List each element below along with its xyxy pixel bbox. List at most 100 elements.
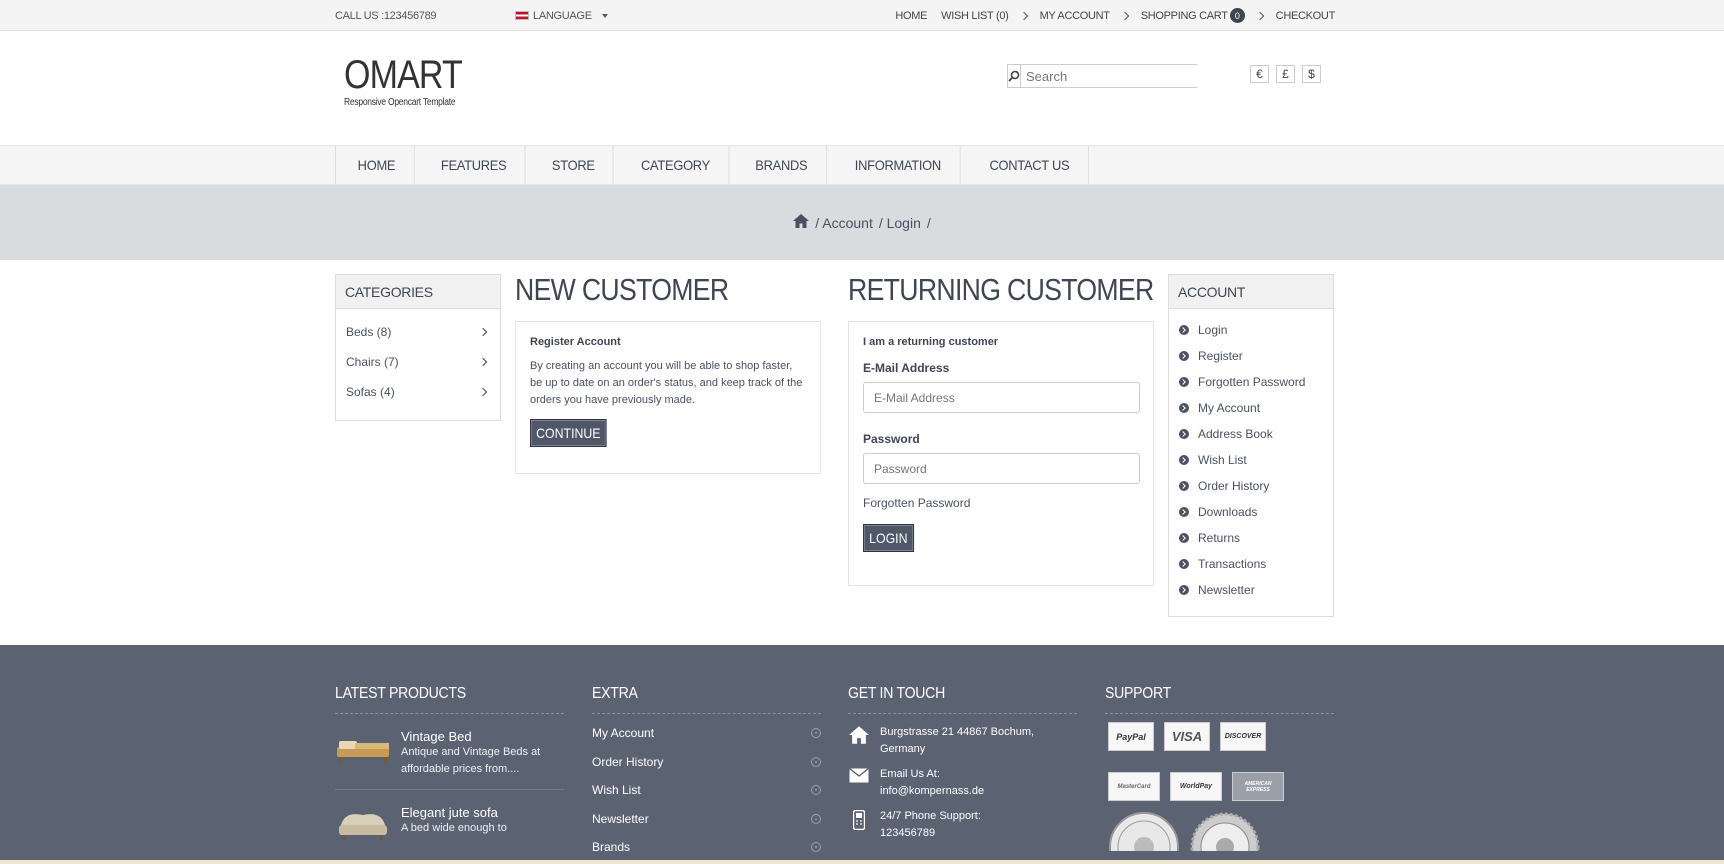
product-item[interactable]: Elegant jute sofa A bed wide enough to: [335, 790, 564, 854]
breadcrumb-account[interactable]: / Account: [815, 215, 873, 231]
account-item-address-book[interactable]: Address Book: [1179, 421, 1323, 447]
address-item: Burgstrasse 21 44867 Bochum, Germany: [848, 724, 1077, 758]
password-field[interactable]: [863, 453, 1140, 484]
chevron-circle-icon: [1179, 429, 1189, 439]
nav-category[interactable]: CATEGORY: [622, 146, 729, 184]
extra-link-wish-list[interactable]: Wish List: [592, 776, 821, 805]
chevron-circle-icon: [1179, 533, 1189, 543]
returning-customer-heading: I am a returning customer: [863, 336, 999, 348]
currency-euro-button[interactable]: €: [1250, 65, 1269, 83]
email-field[interactable]: [863, 382, 1140, 413]
forgotten-password-link[interactable]: Forgotten Password: [863, 496, 1139, 510]
money-back-badge-icon: [1109, 812, 1179, 851]
account-item-returns[interactable]: Returns: [1179, 525, 1323, 551]
envelope-icon: [848, 766, 870, 800]
logo[interactable]: OMART Responsive Opencart Template: [344, 55, 483, 108]
continue-button[interactable]: CONTINUE: [530, 419, 607, 447]
account-item-label: Register: [1198, 349, 1243, 363]
chevron-right-icon: [478, 327, 488, 337]
account-item-label: Login: [1198, 323, 1228, 337]
account-item-login[interactable]: Login: [1179, 317, 1323, 343]
currency-dollar-button[interactable]: $: [1302, 65, 1321, 83]
latest-products-column: LATEST PRODUCTS Vintage Bed Antique and …: [335, 685, 564, 854]
top-link-checkout[interactable]: CHECKOUT: [1276, 10, 1336, 22]
sofa-thumbnail: [339, 814, 387, 840]
nav-contact-us[interactable]: CONTACT US: [971, 146, 1089, 184]
email-item: Email Us At: info@kompernass.de: [848, 766, 1077, 800]
logo-name: OMART: [344, 53, 463, 97]
chevron-circle-icon: [1179, 507, 1189, 517]
email-link[interactable]: info@kompernass.de: [880, 785, 984, 797]
account-menu: Login Register Forgotten Password My Acc…: [1169, 309, 1333, 611]
flag-icon: [515, 11, 529, 20]
product-description: Antique and Vintage Beds at affordable p…: [401, 746, 541, 775]
category-label: Sofas (4): [346, 385, 395, 399]
phone-item: 24/7 Phone Support: 123456789: [848, 808, 1077, 842]
email-label: E-Mail Address: [863, 361, 950, 375]
nav-home[interactable]: HOME: [339, 146, 415, 184]
account-item-downloads[interactable]: Downloads: [1179, 499, 1323, 525]
cart-label: SHOPPING CART: [1140, 9, 1228, 22]
returning-customer-panel: I am a returning customer E-Mail Address…: [848, 321, 1154, 586]
address-text: Burgstrasse 21 44867 Bochum, Germany: [880, 726, 1035, 755]
account-title: ACCOUNT: [1169, 275, 1333, 309]
nav-information[interactable]: INFORMATION: [836, 146, 961, 184]
circle-icon: [811, 785, 821, 796]
search-input[interactable]: [1021, 65, 1202, 87]
extra-link-my-account[interactable]: My Account: [592, 719, 821, 748]
product-item[interactable]: Vintage Bed Antique and Vintage Beds at …: [335, 714, 564, 790]
new-customer-title: NEW CUSTOMER: [515, 272, 729, 307]
top-link-home[interactable]: HOME: [895, 10, 927, 22]
login-button[interactable]: LOGIN: [863, 524, 914, 552]
nav-features[interactable]: FEATURES: [422, 146, 526, 184]
language-label: LANGUAGE: [533, 9, 592, 22]
register-text: By creating an account you will be able …: [530, 360, 803, 406]
language-dropdown[interactable]: LANGUAGE: [515, 10, 608, 22]
chevron-circle-icon: [1179, 481, 1189, 491]
top-link-wishlist[interactable]: WISH LIST (0): [941, 10, 1009, 22]
account-item-label: Transactions: [1198, 557, 1267, 571]
extra-link-brands[interactable]: Brands: [592, 833, 821, 862]
bottom-strip: [0, 860, 1724, 864]
currency-pound-button[interactable]: £: [1276, 65, 1295, 83]
footer: LATEST PRODUCTS Vintage Bed Antique and …: [0, 645, 1724, 864]
account-item-label: Wish List: [1198, 453, 1247, 467]
category-item-sofas[interactable]: Sofas (4): [346, 377, 490, 407]
product-name[interactable]: Vintage Bed: [401, 729, 564, 744]
account-item-newsletter[interactable]: Newsletter: [1179, 577, 1323, 603]
breadcrumb-login[interactable]: / Login: [879, 215, 921, 231]
account-item-order-history[interactable]: Order History: [1179, 473, 1323, 499]
account-item-register[interactable]: Register: [1179, 343, 1323, 369]
home-icon[interactable]: [793, 214, 810, 231]
worldpay-card-icon: WorldPay: [1170, 772, 1222, 801]
nav-brands[interactable]: BRANDS: [737, 146, 828, 184]
get-in-touch-column: GET IN TOUCH Burgstrasse 21 44867 Bochum…: [848, 685, 1077, 850]
product-name[interactable]: Elegant jute sofa: [401, 805, 507, 820]
category-item-beds[interactable]: Beds (8): [346, 317, 490, 347]
search-icon[interactable]: [1008, 65, 1021, 87]
account-item-transactions[interactable]: Transactions: [1179, 551, 1323, 577]
visa-card-icon: VISA: [1164, 722, 1210, 751]
call-us-text: CALL US :123456789: [335, 9, 437, 22]
cart-count-badge: 0: [1229, 8, 1245, 23]
top-link-cart[interactable]: SHOPPING CART 0: [1141, 8, 1245, 23]
top-link-account[interactable]: MY ACCOUNT: [1040, 10, 1110, 22]
account-item-label: Returns: [1198, 531, 1241, 545]
extra-title: EXTRA: [592, 685, 638, 702]
get-in-touch-title: GET IN TOUCH: [848, 685, 945, 702]
chevron-circle-icon: [1179, 325, 1189, 335]
account-item-wish-list[interactable]: Wish List: [1179, 447, 1323, 473]
paypal-card-icon: PayPal: [1108, 722, 1154, 751]
new-customer-panel: Register Account By creating an account …: [515, 321, 821, 474]
account-item-forgotten-password[interactable]: Forgotten Password: [1179, 369, 1323, 395]
satisfaction-badge-icon: [1190, 812, 1260, 851]
category-item-chairs[interactable]: Chairs (7): [346, 347, 490, 377]
extra-link-newsletter[interactable]: Newsletter: [592, 805, 821, 834]
phone-number: 123456789: [880, 827, 936, 839]
email-label: Email Us At:: [880, 768, 940, 780]
extra-link-label: My Account: [592, 726, 655, 741]
nav-store[interactable]: STORE: [534, 146, 615, 184]
chevron-circle-icon: [1179, 455, 1189, 465]
account-item-my-account[interactable]: My Account: [1179, 395, 1323, 421]
extra-link-order-history[interactable]: Order History: [592, 748, 821, 777]
